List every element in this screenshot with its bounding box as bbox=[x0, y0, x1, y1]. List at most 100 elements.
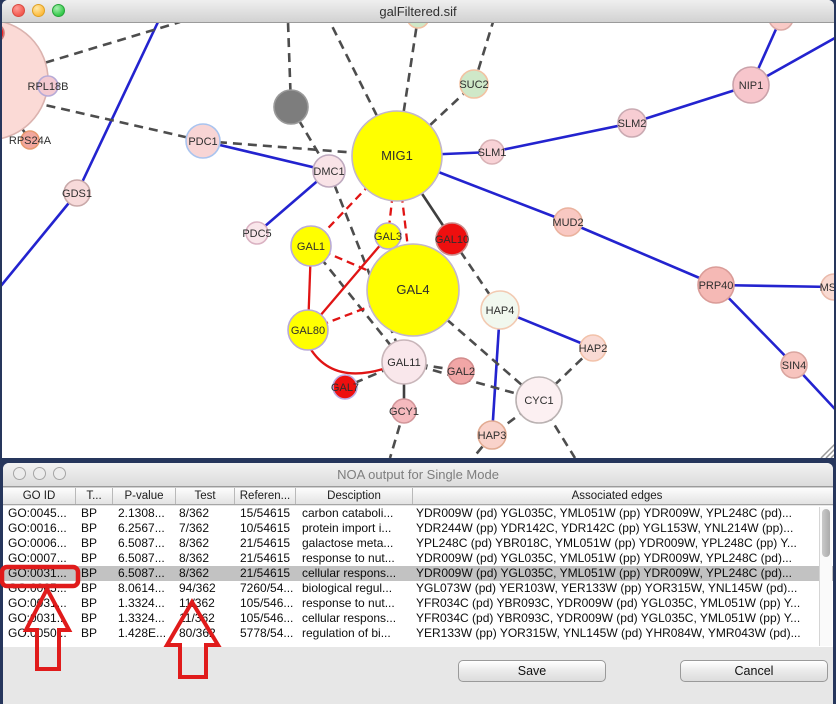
node-GAL2[interactable]: GAL2 bbox=[447, 358, 475, 384]
cell-desciption: biological regul... bbox=[296, 581, 413, 596]
node-GAL11[interactable]: GAL11 bbox=[382, 340, 426, 384]
node-NIP1[interactable]: NIP1 bbox=[733, 67, 769, 103]
node-GCY1[interactable]: GCY1 bbox=[389, 399, 419, 423]
node-SLM2[interactable]: SLM2 bbox=[618, 109, 647, 137]
node-HAP2[interactable]: HAP2 bbox=[579, 335, 608, 361]
go-results-table[interactable]: GO:0045...BP2.1308...8/36215/54615carbon… bbox=[3, 506, 833, 647]
column-header-t-[interactable]: T... bbox=[76, 488, 113, 504]
table-row[interactable]: GO:0045...BP2.1308...8/36215/54615carbon… bbox=[3, 506, 833, 521]
cell-p_value: 1.3324... bbox=[113, 611, 176, 626]
table-row[interactable]: GO:0031...BP1.3324...11/362105/546...cel… bbox=[3, 611, 833, 626]
node-SIN4[interactable]: SIN4 bbox=[781, 352, 807, 378]
gal-window-titlebar[interactable]: galFiltered.sif bbox=[2, 0, 834, 23]
node-SUC2[interactable]: SUC2 bbox=[459, 70, 488, 98]
zoom-button[interactable] bbox=[52, 4, 65, 17]
table-row[interactable]: GO:0016...BP6.2567...7/36210/54615protei… bbox=[3, 521, 833, 536]
svg-text:SIN4: SIN4 bbox=[782, 360, 806, 372]
column-header-go-id[interactable]: GO ID bbox=[3, 488, 76, 504]
minimize-button[interactable] bbox=[33, 467, 46, 480]
cell-reference: 10/54615 bbox=[235, 521, 296, 536]
cell-desciption: response to nut... bbox=[296, 551, 413, 566]
table-row[interactable]: GO:0007...BP6.5087...8/36221/54615respon… bbox=[3, 551, 833, 566]
svg-text:NIP1: NIP1 bbox=[739, 80, 763, 92]
scrollbar-thumb[interactable] bbox=[822, 509, 830, 557]
table-row[interactable]: GO:0065...BP8.0614...94/3627260/54...bio… bbox=[3, 581, 833, 596]
cell-type: BP bbox=[76, 521, 113, 536]
cell-go_id: GO:0007... bbox=[3, 551, 76, 566]
table-row[interactable]: GO:0031...BP1.3324...11/362105/546...res… bbox=[3, 596, 833, 611]
svg-text:PRP40: PRP40 bbox=[699, 280, 734, 292]
minimize-button[interactable] bbox=[32, 4, 45, 17]
node-PDC1[interactable]: PDC1 bbox=[186, 124, 220, 158]
table-row[interactable]: GO:0031...BP6.5087...8/36221/54615cellul… bbox=[3, 566, 833, 581]
svg-text:GCY1: GCY1 bbox=[389, 406, 419, 418]
cell-reference: 21/54615 bbox=[235, 551, 296, 566]
node-MSL1[interactable]: MSL1 bbox=[820, 274, 834, 300]
node-GAL10[interactable]: GAL10 bbox=[435, 223, 469, 255]
node-CYC1[interactable]: CYC1 bbox=[516, 377, 562, 423]
node-SLM1[interactable]: SLM1 bbox=[478, 140, 507, 164]
svg-text:SLM1: SLM1 bbox=[478, 147, 507, 159]
node-PRP40[interactable]: PRP40 bbox=[698, 267, 734, 303]
svg-text:SLM2: SLM2 bbox=[618, 118, 647, 130]
cancel-button[interactable]: Cancel bbox=[680, 660, 828, 682]
cell-p_value: 6.2567... bbox=[113, 521, 176, 536]
zoom-button[interactable] bbox=[53, 467, 66, 480]
node-GAL7[interactable]: GAL7 bbox=[331, 375, 359, 399]
cell-desciption: cellular respons... bbox=[296, 611, 413, 626]
node-GDS1[interactable]: GDS1 bbox=[62, 180, 92, 206]
vertical-scrollbar[interactable] bbox=[819, 507, 832, 646]
cell-assoc: YDR009W (pd) YGL035C, YML051W (pp) YDR00… bbox=[413, 551, 821, 566]
cell-type: BP bbox=[76, 566, 113, 581]
network-canvas[interactable]: RPL18B RPS24A GDS1 PDC1 DMC1 MIG1 SUC2 SLM1 SLM2… bbox=[2, 0, 834, 458]
node-GAL3[interactable]: GAL3 bbox=[374, 223, 402, 249]
cell-go_id: GO:0016... bbox=[3, 521, 76, 536]
cell-desciption: galactose meta... bbox=[296, 536, 413, 551]
close-button[interactable] bbox=[12, 4, 25, 17]
svg-text:GAL1: GAL1 bbox=[297, 241, 325, 253]
cell-test: 7/362 bbox=[176, 521, 235, 536]
column-header-p-value[interactable]: P-value bbox=[113, 488, 176, 504]
node-GAL4[interactable]: GAL4 bbox=[367, 244, 459, 336]
table-row[interactable]: GO:0006...BP6.5087...8/36221/54615galact… bbox=[3, 536, 833, 551]
cell-desciption: response to nut... bbox=[296, 596, 413, 611]
save-button[interactable]: Save bbox=[458, 660, 606, 682]
svg-text:SUC2: SUC2 bbox=[459, 79, 488, 91]
cell-test: 8/362 bbox=[176, 566, 235, 581]
svg-text:GAL11: GAL11 bbox=[387, 357, 420, 369]
cell-assoc: YFR034C (pd) YBR093C, YDR009W (pd) YGL03… bbox=[413, 611, 821, 626]
table-header-row[interactable]: GO IDT...P-valueTestReferen...Desciption… bbox=[3, 487, 833, 505]
node-unnamed-gray[interactable] bbox=[274, 90, 308, 124]
node-GAL1[interactable]: GAL1 bbox=[291, 226, 331, 266]
column-header-test[interactable]: Test bbox=[176, 488, 235, 504]
close-button[interactable] bbox=[13, 467, 26, 480]
node-MUD2[interactable]: MUD2 bbox=[552, 208, 583, 236]
column-header-referen-[interactable]: Referen... bbox=[235, 488, 296, 504]
cell-type: BP bbox=[76, 506, 113, 521]
node-DMC1[interactable]: DMC1 bbox=[313, 155, 345, 187]
node-HAP4[interactable]: HAP4 bbox=[481, 291, 519, 329]
table-row[interactable]: GO:0050...BP1.428E...80/3625778/54...reg… bbox=[3, 626, 833, 641]
svg-text:GAL80: GAL80 bbox=[291, 325, 325, 337]
svg-text:HAP3: HAP3 bbox=[478, 430, 507, 442]
node-HAP3[interactable]: HAP3 bbox=[478, 421, 507, 449]
cell-type: BP bbox=[76, 626, 113, 641]
cell-test: 11/362 bbox=[176, 611, 235, 626]
node-GAL80[interactable]: GAL80 bbox=[288, 310, 328, 350]
network-edges bbox=[2, 17, 834, 458]
cell-p_value: 1.428E... bbox=[113, 626, 176, 641]
cell-go_id: GO:0031... bbox=[3, 566, 76, 581]
node-MIG1[interactable]: MIG1 bbox=[352, 111, 442, 201]
cell-go_id: GO:0050... bbox=[3, 626, 76, 641]
svg-text:RPL18B: RPL18B bbox=[28, 81, 69, 93]
cell-reference: 15/54615 bbox=[235, 506, 296, 521]
cell-go_id: GO:0065... bbox=[3, 581, 76, 596]
cell-reference: 21/54615 bbox=[235, 536, 296, 551]
svg-text:RPS24A: RPS24A bbox=[9, 135, 52, 147]
column-header-desciption[interactable]: Desciption bbox=[296, 488, 413, 504]
noa-window-titlebar[interactable]: NOA output for Single Mode bbox=[3, 463, 833, 487]
cell-assoc: YGL073W (pd) YER103W, YER133W (pp) YOR31… bbox=[413, 581, 821, 596]
column-header-associated-edges[interactable]: Associated edges bbox=[413, 488, 821, 504]
svg-text:MIG1: MIG1 bbox=[381, 148, 413, 163]
svg-text:GAL3: GAL3 bbox=[374, 231, 402, 243]
